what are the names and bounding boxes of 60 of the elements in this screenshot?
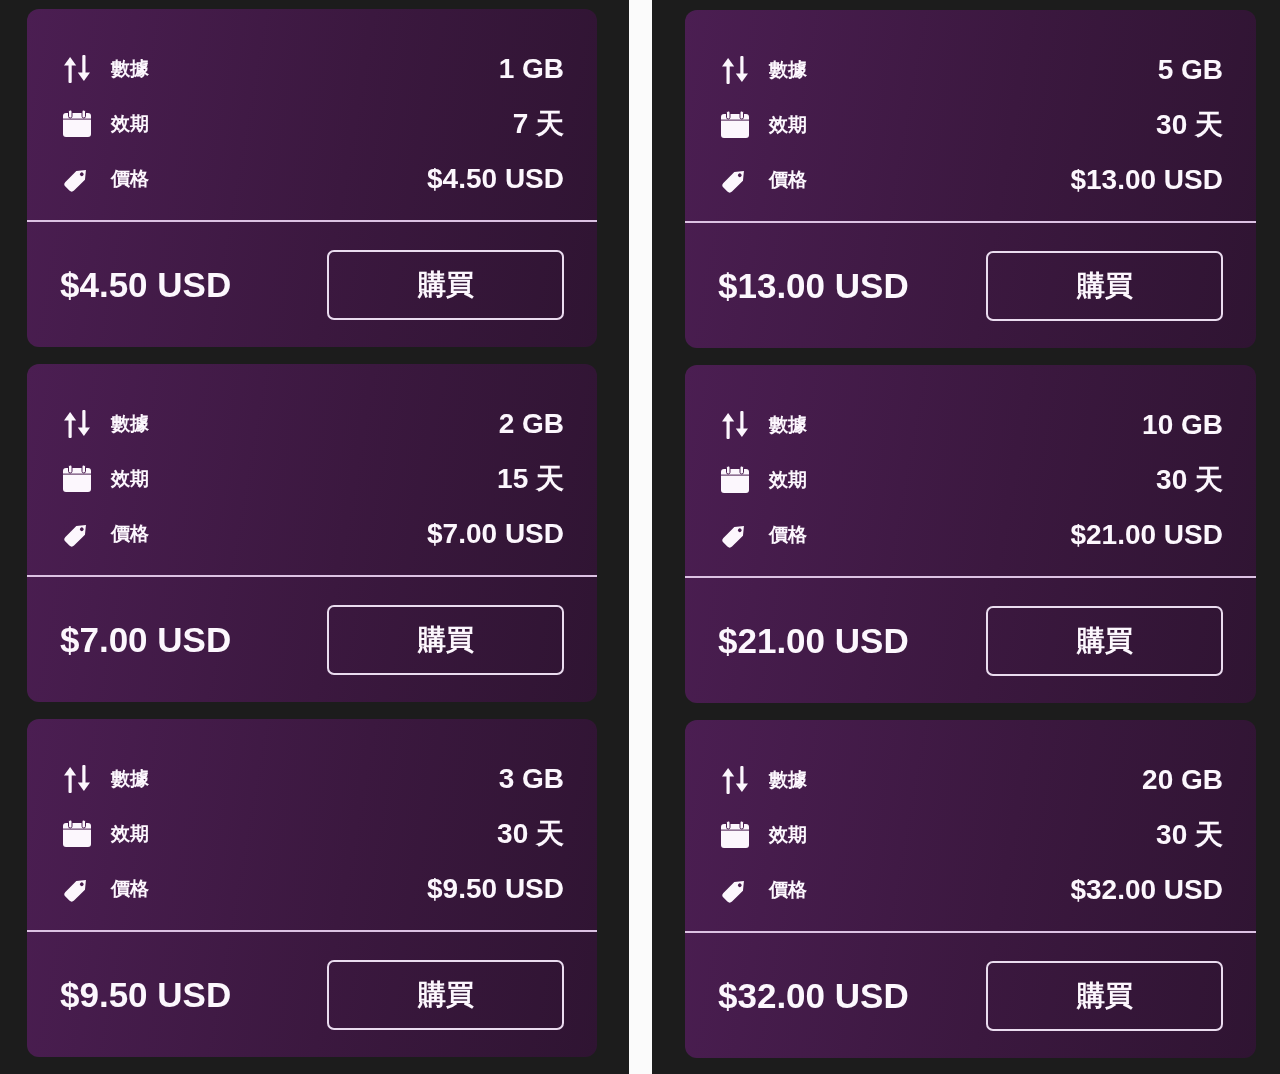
row-value: 20 GB [1142, 763, 1223, 796]
row-label: 價格 [769, 877, 807, 902]
total-price: $32.00 USD [718, 976, 909, 1016]
arrows-up-down-icon [64, 764, 90, 793]
row-value: 1 GB [498, 52, 564, 85]
row-value: 7 天 [512, 106, 564, 141]
buy-button[interactable]: 購買 [986, 251, 1223, 321]
row-value: 15 天 [497, 461, 564, 496]
arrows-up-down-icon [722, 765, 748, 794]
arrows-up-down-icon [722, 410, 748, 439]
row-label: 價格 [111, 876, 149, 901]
row-value: 30 天 [497, 816, 564, 851]
total-price: $9.50 USD [60, 975, 232, 1015]
row-label: 效期 [769, 112, 807, 137]
calendar-icon [721, 111, 749, 138]
calendar-icon [63, 465, 91, 492]
calendar-icon [721, 821, 749, 848]
calendar-icon [721, 466, 749, 493]
row-value: 30 天 [1156, 462, 1223, 497]
calendar-icon [63, 110, 91, 137]
row-label: 數據 [769, 767, 807, 792]
row-label: 效期 [769, 467, 807, 492]
total-price: $13.00 USD [718, 266, 909, 306]
row-label: 效期 [111, 466, 149, 491]
row-label: 價格 [769, 167, 807, 192]
row-value: $32.00 USD [1070, 873, 1223, 906]
arrows-up-down-icon [722, 55, 748, 84]
buy-button[interactable]: 購買 [327, 960, 564, 1030]
buy-button[interactable]: 購買 [327, 250, 564, 320]
row-label: 數據 [769, 412, 807, 437]
buy-button[interactable]: 購買 [327, 605, 564, 675]
total-price: $21.00 USD [718, 621, 909, 661]
row-label: 效期 [769, 822, 807, 847]
row-label: 數據 [111, 411, 149, 436]
arrows-up-down-icon [64, 409, 90, 438]
row-label: 價格 [111, 166, 149, 191]
row-label: 效期 [111, 821, 149, 846]
row-label: 價格 [769, 522, 807, 547]
row-value: $21.00 USD [1070, 518, 1223, 551]
row-label: 價格 [111, 521, 149, 546]
row-value: $9.50 USD [427, 872, 564, 905]
row-value: 2 GB [498, 407, 564, 440]
row-value: $7.00 USD [427, 517, 564, 550]
calendar-icon [63, 820, 91, 847]
row-value: 5 GB [1157, 53, 1223, 86]
total-price: $4.50 USD [60, 265, 232, 305]
row-value: $4.50 USD [427, 162, 564, 195]
buy-button[interactable]: 購買 [986, 606, 1223, 676]
total-price: $7.00 USD [60, 620, 232, 660]
row-value: 30 天 [1156, 817, 1223, 852]
row-label: 數據 [111, 766, 149, 791]
row-label: 效期 [111, 111, 149, 136]
row-value: 30 天 [1156, 107, 1223, 142]
row-value: $13.00 USD [1070, 163, 1223, 196]
row-label: 數據 [769, 57, 807, 82]
row-label: 數據 [111, 56, 149, 81]
row-value: 3 GB [498, 762, 564, 795]
row-value: 10 GB [1142, 408, 1223, 441]
buy-button[interactable]: 購買 [986, 961, 1223, 1031]
arrows-up-down-icon [64, 54, 90, 83]
